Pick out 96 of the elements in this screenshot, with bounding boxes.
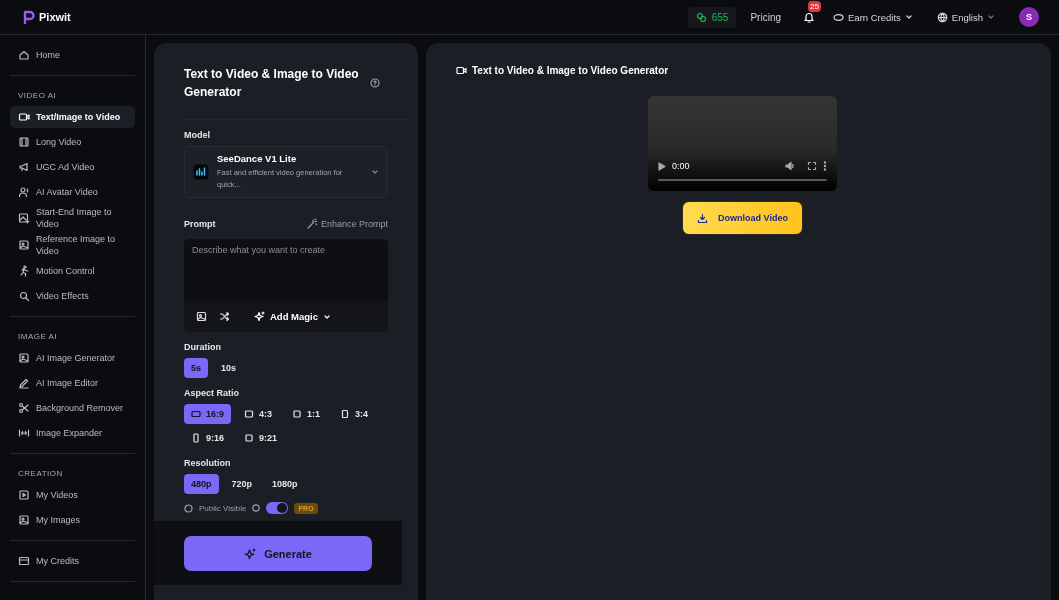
option-chip[interactable]: 480p: [184, 474, 219, 494]
expand-icon: [18, 427, 30, 439]
magic-wand-icon: [305, 218, 317, 229]
frame-icon: [244, 409, 254, 419]
option-chip[interactable]: 1080p: [265, 474, 305, 494]
card-icon: [18, 555, 30, 567]
prompt-field[interactable]: Describe what you want to create: [184, 239, 388, 301]
chevron-down-icon: [371, 168, 379, 176]
caret-icon: [987, 13, 995, 21]
pricing-link[interactable]: Pricing: [750, 11, 781, 23]
sparkle-icon: [254, 311, 265, 322]
running-figure-icon: [18, 265, 30, 277]
field-label: Model: [184, 130, 211, 140]
option-chip[interactable]: 9:21: [237, 428, 285, 448]
megaphone-icon: [18, 161, 30, 173]
sidebar-item[interactable]: AI Image Editor: [10, 372, 135, 394]
video-camera-icon: [456, 65, 467, 76]
language-menu[interactable]: English: [936, 11, 995, 23]
frame-icon: [191, 433, 201, 443]
video-camera-icon: [18, 111, 30, 123]
shuffle-icon[interactable]: [219, 311, 230, 322]
add-magic-button[interactable]: Add Magic: [248, 310, 338, 323]
film-icon: [18, 136, 30, 148]
sidebar-item[interactable]: UGC Ad Video: [10, 156, 135, 178]
logo-icon: [22, 10, 36, 24]
option-chip[interactable]: 5s: [184, 358, 208, 378]
image-plus-icon: [18, 212, 30, 224]
image-icon[interactable]: [196, 311, 207, 322]
volume-icon: [785, 161, 795, 171]
section-heading: CREATION: [17, 468, 64, 480]
logo-text: Pixwit: [39, 11, 71, 23]
sidebar-item[interactable]: Image Expander: [10, 422, 135, 444]
section-heading: VIDEO AI: [17, 90, 58, 102]
image-icon: [18, 352, 30, 364]
download-icon: [697, 212, 709, 224]
user-avatar[interactable]: S: [1019, 7, 1039, 27]
sidebar-item[interactable]: My Videos: [10, 484, 135, 506]
coin-icon: [833, 11, 844, 23]
sidebar-item[interactable]: Video Effects: [10, 285, 135, 307]
sidebar-item[interactable]: Home: [10, 44, 135, 66]
sidebar-item[interactable]: AI Avatar Video: [10, 181, 135, 203]
video-time: 0:00: [672, 161, 690, 171]
bell-icon[interactable]: [803, 11, 815, 23]
model-name: SeeDance V1 Lite: [217, 153, 298, 164]
download-button[interactable]: Download Video: [682, 201, 803, 235]
option-chip[interactable]: 3:4: [333, 404, 376, 424]
sidebar-item[interactable]: Start-End Image to Video: [10, 206, 135, 230]
sidebar-item[interactable]: Long Video: [10, 131, 135, 153]
avatar-icon: [18, 186, 30, 198]
generate-button[interactable]: Generate: [184, 536, 372, 571]
frame-icon: [340, 409, 351, 419]
option-chip[interactable]: 1:1: [285, 404, 328, 424]
field-label: Resolution: [184, 458, 232, 468]
sidebar-item[interactable]: My Credits: [10, 550, 135, 572]
option-chip[interactable]: 10s: [214, 358, 244, 378]
field-label: Prompt: [184, 218, 216, 229]
home-icon: [18, 49, 30, 61]
panel-title: Text to Video & Image to Video Generator: [184, 66, 360, 101]
field-label: Aspect Ratio: [184, 388, 240, 398]
earn-credits-menu[interactable]: Earn Credits: [833, 11, 913, 23]
notification-badge: 25: [808, 1, 821, 12]
pen-icon: [18, 377, 30, 389]
sidebar-item[interactable]: AI Image Generator: [10, 347, 135, 369]
visibility-toggle[interactable]: [266, 502, 289, 514]
sidebar-item[interactable]: Background Remover: [10, 397, 135, 419]
sidebar-item[interactable]: Motion Control: [10, 260, 135, 282]
model-logo-icon: [193, 164, 209, 180]
image-icon: [18, 239, 30, 251]
play-square-icon: [18, 489, 30, 501]
image-icon: [18, 514, 30, 526]
sidebar-item[interactable]: Text/Image to Video: [10, 106, 135, 128]
toggle-label: Public Visible: [199, 503, 247, 513]
sidebar-item[interactable]: Reference Image to Video: [10, 233, 135, 257]
coins-icon: [695, 11, 707, 23]
scissors-icon: [18, 402, 30, 414]
video-player[interactable]: 0:00: [648, 96, 837, 191]
option-chip[interactable]: 720p: [224, 474, 260, 494]
section-heading: IMAGE AI: [17, 331, 59, 343]
section-title: Text to Video & Image to Video Generator: [472, 65, 669, 76]
frame-icon: [244, 433, 254, 443]
sparkle-icon: [244, 547, 257, 560]
option-chip[interactable]: 4:3: [237, 404, 280, 424]
frame-icon: [191, 409, 201, 419]
more-icon: [823, 161, 827, 171]
option-chip[interactable]: 9:16: [184, 428, 231, 448]
frame-icon: [292, 409, 303, 419]
option-chip[interactable]: 16:9: [184, 404, 231, 424]
play-icon: [658, 161, 666, 171]
credits-count: 655: [711, 11, 729, 23]
help-icon: [370, 78, 380, 88]
field-label: Duration: [184, 342, 222, 352]
enhance-prompt-button[interactable]: Enhance Prompt: [305, 218, 388, 229]
globe-icon: [936, 11, 948, 23]
sidebar-item[interactable]: My Images: [10, 509, 135, 531]
caret-icon: [904, 13, 913, 21]
fullscreen-icon: [807, 161, 817, 171]
